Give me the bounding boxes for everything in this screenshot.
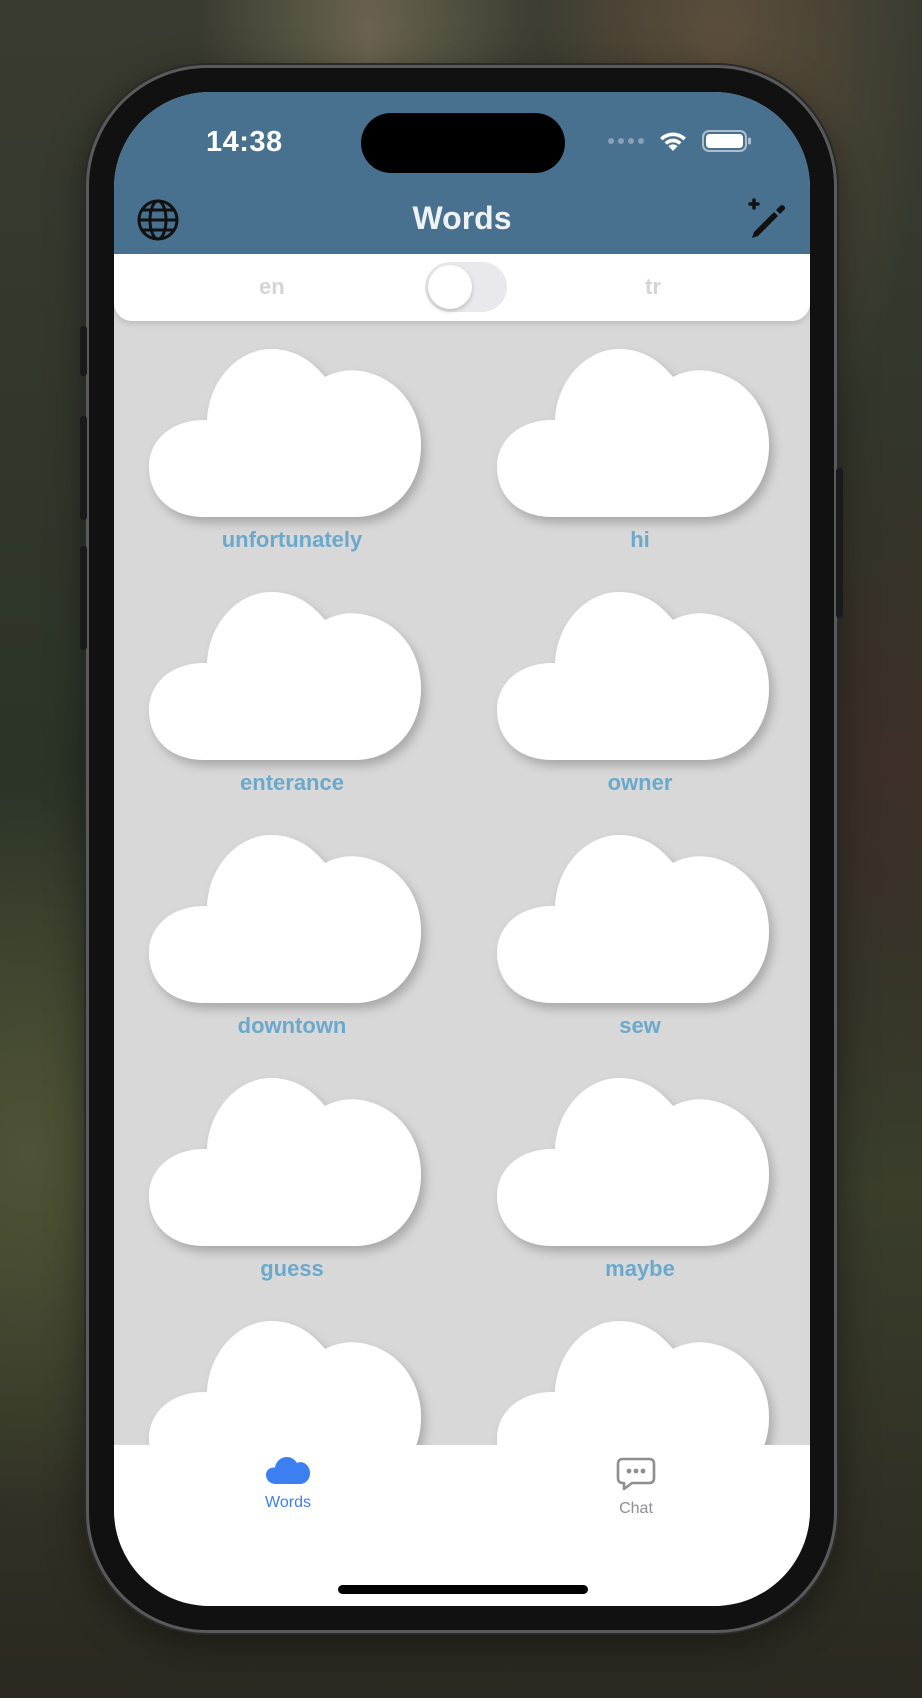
word-card[interactable]: enterance	[127, 592, 421, 812]
dynamic-island	[361, 113, 565, 173]
language-switch[interactable]	[425, 262, 507, 312]
page-title: Words	[412, 200, 512, 236]
word-card[interactable]: guess	[127, 1078, 421, 1298]
word-card[interactable]: owner	[475, 592, 769, 812]
cloud-icon	[149, 1078, 439, 1250]
status-icons	[608, 128, 752, 154]
cloud-icon	[497, 835, 787, 1007]
word-label: enterance	[240, 770, 344, 795]
screen: 14:38 Words en tr unfortunately hi enter…	[114, 92, 810, 1606]
phone-frame: 14:38 Words en tr unfortunately hi enter…	[80, 68, 843, 1630]
cloud-icon	[149, 835, 439, 1007]
switch-knob	[428, 265, 472, 309]
word-label: owner	[607, 770, 673, 795]
word-card[interactable]	[475, 1321, 769, 1445]
language-left-label: en	[259, 274, 285, 299]
home-indicator[interactable]	[338, 1585, 588, 1594]
word-card[interactable]	[127, 1321, 421, 1445]
navigation-header: 14:38 Words	[114, 92, 810, 254]
wifi-icon	[660, 132, 686, 151]
word-label: unfortunately	[221, 527, 363, 552]
volume-down-button	[80, 546, 87, 650]
cloud-icon	[149, 1321, 439, 1445]
word-card[interactable]: maybe	[475, 1078, 769, 1298]
cloud-icon	[497, 349, 787, 521]
tab-chat[interactable]: Chat	[576, 1457, 696, 1518]
word-card[interactable]: hi	[475, 349, 769, 569]
action-button	[80, 326, 87, 376]
tab-words[interactable]: Words	[228, 1457, 348, 1512]
edit-add-icon[interactable]	[744, 198, 788, 242]
tab-chat-label: Chat	[619, 1500, 653, 1517]
chat-bubble-icon	[616, 1457, 656, 1491]
word-label: maybe	[605, 1256, 675, 1281]
language-right-label: tr	[645, 274, 661, 299]
word-grid: unfortunately hi enterance owner downtow…	[114, 321, 810, 1445]
word-label: downtown	[237, 1013, 347, 1038]
cloud-icon	[149, 592, 439, 764]
word-label: guess	[260, 1256, 324, 1281]
word-label: hi	[630, 527, 650, 552]
word-card[interactable]: sew	[475, 835, 769, 1055]
cloud-icon	[149, 349, 439, 521]
word-label: sew	[619, 1013, 661, 1038]
language-toggle-bar: en tr	[114, 254, 810, 321]
tab-words-label: Words	[265, 1494, 311, 1511]
cloud-icon	[497, 592, 787, 764]
cloud-icon	[266, 1457, 310, 1484]
power-button	[836, 468, 843, 618]
volume-up-button	[80, 416, 87, 520]
cloud-icon	[497, 1078, 787, 1250]
word-card[interactable]: downtown	[127, 835, 421, 1055]
tab-bar: Words Chat	[114, 1445, 810, 1606]
signal-dots-icon	[608, 138, 644, 144]
cloud-icon	[497, 1321, 787, 1445]
word-card[interactable]: unfortunately	[127, 349, 421, 569]
status-time: 14:38	[206, 126, 283, 158]
battery-icon	[702, 130, 751, 152]
